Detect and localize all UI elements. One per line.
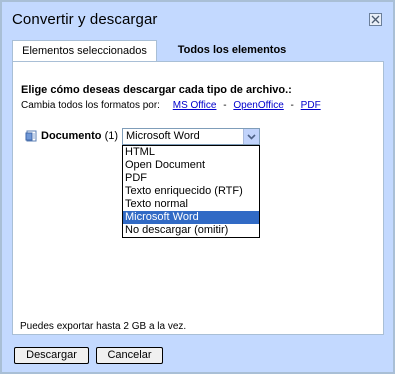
link-separator: -: [223, 100, 227, 111]
format-option[interactable]: PDF: [123, 172, 259, 185]
format-option[interactable]: Texto normal: [123, 198, 259, 211]
dialog-titlebar: Convertir y descargar: [2, 2, 393, 36]
format-option[interactable]: Open Document: [123, 159, 259, 172]
document-format-select[interactable]: Microsoft Word: [122, 128, 260, 145]
format-option[interactable]: Texto enriquecido (RTF): [123, 185, 259, 198]
link-ms-office[interactable]: MS Office: [173, 100, 217, 111]
link-separator: -: [290, 100, 294, 111]
change-all-label: Cambia todos los formatos por:: [21, 100, 160, 111]
export-limit-note: Puedes exportar hasta 2 GB a la vez.: [20, 321, 187, 332]
chevron-down-icon: [247, 134, 256, 140]
format-option[interactable]: HTML: [123, 146, 259, 159]
close-icon: [371, 15, 380, 24]
convert-download-dialog: Convertir y descargar Elementos seleccio…: [0, 0, 395, 374]
document-format-dropdown: HTML Open Document PDF Texto enriquecido (R…: [122, 145, 260, 238]
tab-selected-items[interactable]: Elementos seleccionados: [12, 40, 157, 62]
instructions-heading: Elige cómo deseas descargar cada tipo de…: [21, 84, 292, 96]
format-option[interactable]: No descargar (omitir): [123, 224, 259, 237]
document-count: (1): [104, 130, 119, 142]
select-arrow[interactable]: [243, 129, 259, 144]
document-icon: [25, 130, 37, 142]
close-button[interactable]: [369, 13, 382, 26]
tab-all-items-label: Todos los elementos: [177, 44, 287, 56]
link-openoffice[interactable]: OpenOffice: [233, 100, 283, 111]
document-label: Documento: [41, 130, 102, 142]
tab-all-items[interactable]: Todos los elementos: [162, 40, 302, 62]
tab-bar: Elementos seleccionados Todos los elemen…: [12, 40, 384, 62]
dialog-title: Convertir y descargar: [12, 11, 158, 28]
cancel-button[interactable]: Cancelar: [96, 347, 163, 364]
download-button[interactable]: Descargar: [14, 347, 89, 364]
document-format-value: Microsoft Word: [126, 130, 200, 142]
link-pdf[interactable]: PDF: [301, 100, 321, 111]
format-option[interactable]: Microsoft Word: [123, 211, 259, 224]
change-all-formats-row: Cambia todos los formatos por: MS Office…: [21, 100, 321, 111]
tab-selected-items-label: Elementos seleccionados: [22, 45, 147, 57]
tab-content-panel: Elige cómo deseas descargar cada tipo de…: [12, 61, 384, 335]
document-type-label: Documento (1): [41, 130, 118, 142]
